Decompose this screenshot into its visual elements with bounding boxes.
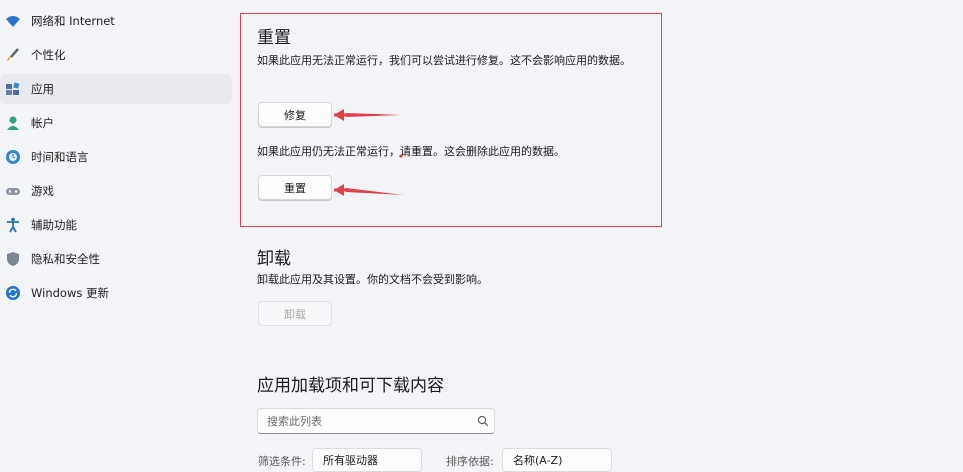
annotation-arrows (334, 109, 404, 196)
search-input[interactable] (258, 413, 472, 429)
annotation-dot (399, 154, 403, 158)
filter-value: 所有驱动器 (323, 454, 378, 467)
addons-section-title: 应用加载项和可下载内容 (257, 376, 444, 396)
sort-value: 名称(A-Z) (513, 454, 563, 467)
uninstall-button[interactable]: 卸载 (258, 301, 332, 326)
uninstall-description: 卸载此应用及其设置。你的文档不会受到影响。 (257, 273, 488, 286)
sort-label: 排序依据: (446, 455, 494, 468)
sort-dropdown[interactable]: 名称(A-Z) (502, 448, 612, 472)
repair-arrow (334, 109, 401, 121)
uninstall-section-title: 卸载 (257, 249, 291, 269)
search-icon[interactable] (472, 415, 494, 427)
filter-dropdown[interactable]: 所有驱动器 (312, 448, 422, 472)
filter-label: 筛选条件: (258, 455, 306, 468)
search-box[interactable] (257, 408, 495, 434)
reset-arrow (334, 184, 404, 196)
